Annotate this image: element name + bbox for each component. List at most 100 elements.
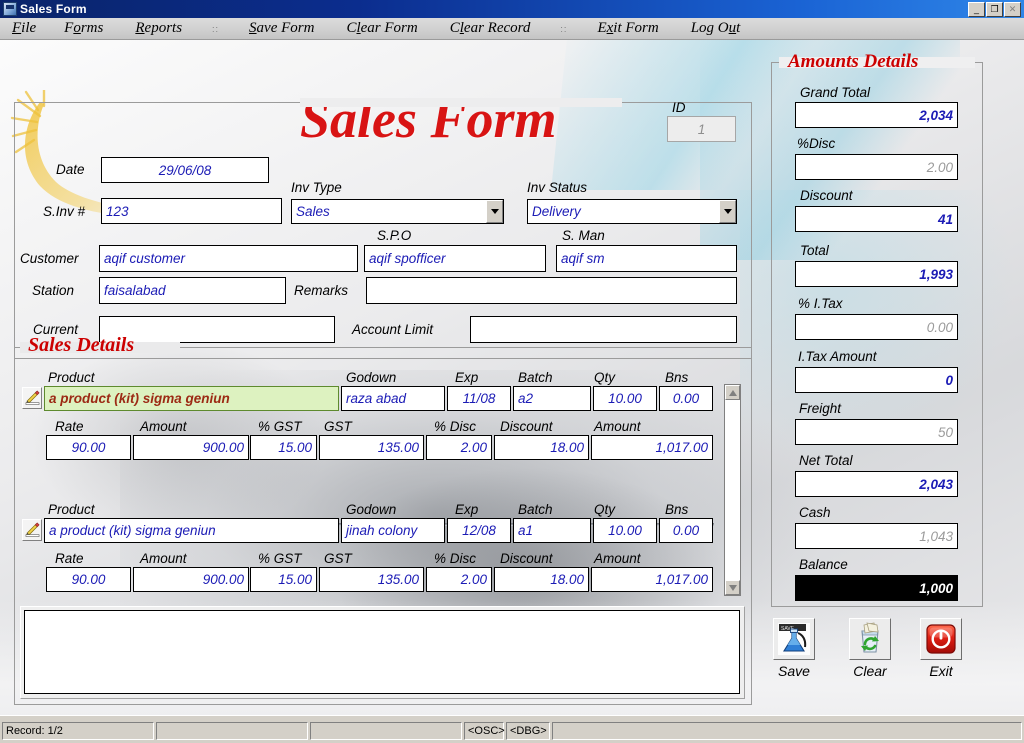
sales-grid-scrollbar[interactable] xyxy=(724,384,741,596)
window-controls: _ ❐ ✕ xyxy=(968,1,1022,17)
col-header-rate: Rate xyxy=(55,551,84,566)
col-header-godown: Godown xyxy=(346,502,397,517)
chevron-down-icon[interactable] xyxy=(486,200,503,223)
pct-disc-label: %Disc xyxy=(797,136,836,151)
row-amount-field[interactable]: 900.00 xyxy=(133,567,249,592)
close-button[interactable]: ✕ xyxy=(1004,1,1021,17)
menu-item-save-form[interactable]: Save Form xyxy=(243,20,320,37)
col-header-amount2: Amount xyxy=(594,551,641,566)
row-rate-field[interactable]: 90.00 xyxy=(46,435,131,460)
freight-field: 50 xyxy=(795,419,958,445)
s-inv-field[interactable]: 123 xyxy=(101,198,282,224)
row-batch-field[interactable]: a2 xyxy=(513,386,591,411)
row-discount-field[interactable]: 18.00 xyxy=(494,567,589,592)
row-product-field[interactable]: a product (kit) sigma geniun xyxy=(44,386,339,411)
row-pct-disc-field[interactable]: 2.00 xyxy=(426,435,492,460)
sales-details-legend: Sales Details xyxy=(28,334,135,356)
pencil-icon xyxy=(25,522,40,537)
status-bar: Record: 1/2 <OSC> <DBG> xyxy=(0,715,1024,743)
row-qty-field[interactable]: 10.00 xyxy=(593,518,657,543)
exit-button[interactable]: Exit xyxy=(917,618,965,679)
row-amount2-field[interactable]: 1,017.00 xyxy=(591,567,713,592)
account-limit-label: Account Limit xyxy=(352,322,434,337)
account-limit-field[interactable] xyxy=(470,316,737,343)
col-header-amount: Amount xyxy=(140,419,187,434)
inv-type-combo[interactable]: Sales xyxy=(291,199,504,224)
menu-item-clear-form[interactable]: Clear Form xyxy=(340,20,423,37)
row-rate-field[interactable]: 90.00 xyxy=(46,567,131,592)
menu-item-log-out[interactable]: Log Out xyxy=(685,20,747,37)
row-gst-field[interactable]: 135.00 xyxy=(319,435,424,460)
inv-status-combo[interactable]: Delivery xyxy=(527,199,737,224)
row-bns-field[interactable]: 0.00 xyxy=(659,518,713,543)
itax-amount-field[interactable]: 0 xyxy=(795,367,958,393)
power-icon xyxy=(920,618,962,660)
row-pct-gst-field[interactable]: 15.00 xyxy=(250,567,317,592)
save-button[interactable]: SAVE Save xyxy=(770,618,818,679)
col-header-amount2: Amount xyxy=(594,419,641,434)
col-header-pct-disc: % Disc xyxy=(434,551,477,566)
row-exp-field[interactable]: 12/08 xyxy=(447,518,511,543)
total-field[interactable]: 1,993 xyxy=(795,261,958,287)
exit-button-label: Exit xyxy=(929,663,953,679)
col-header-pct-gst: % GST xyxy=(258,551,302,566)
row-edit-pencil-icon[interactable] xyxy=(22,519,42,541)
restore-icon: ❐ xyxy=(990,3,999,14)
net-total-label: Net Total xyxy=(799,453,853,468)
menu-item-clear-record[interactable]: Clear Record xyxy=(444,20,537,37)
clear-button[interactable]: Clear xyxy=(846,618,894,679)
row-batch-field[interactable]: a1 xyxy=(513,518,591,543)
pct-itax-field: 0.00 xyxy=(795,314,958,340)
col-header-godown: Godown xyxy=(346,370,397,385)
status-dbg-pane: <DBG> xyxy=(506,722,550,740)
status-pane-3 xyxy=(310,722,462,740)
minimize-button[interactable]: _ xyxy=(968,1,985,17)
date-field[interactable]: 29/06/08 xyxy=(101,157,269,183)
menu-item-reports[interactable]: Reports xyxy=(129,20,188,37)
discount-field[interactable]: 41 xyxy=(795,206,958,232)
remarks-label: Remarks xyxy=(294,283,349,298)
row-godown-field[interactable]: raza abad xyxy=(341,386,445,411)
row-bns-field[interactable]: 0.00 xyxy=(659,386,713,411)
inv-type-label: Inv Type xyxy=(291,180,342,195)
total-label: Total xyxy=(800,243,829,258)
scroll-up-icon[interactable] xyxy=(725,385,740,400)
row-amount-field[interactable]: 900.00 xyxy=(133,435,249,460)
col-header-rate: Rate xyxy=(55,419,84,434)
application-window: Sales Form _ ❐ ✕ File Forms Reports :: S… xyxy=(0,0,1024,743)
itax-amount-label: I.Tax Amount xyxy=(798,349,877,364)
row-pct-disc-field[interactable]: 2.00 xyxy=(426,567,492,592)
col-header-gst: GST xyxy=(324,419,352,434)
row-discount-field[interactable]: 18.00 xyxy=(494,435,589,460)
menu-item-forms[interactable]: Forms xyxy=(58,20,109,37)
window-titlebar: Sales Form _ ❐ ✕ xyxy=(0,0,1024,18)
restore-button[interactable]: ❐ xyxy=(986,1,1003,17)
menu-item-file[interactable]: File xyxy=(6,20,42,37)
customer-field[interactable]: aqif customer xyxy=(99,245,358,272)
notes-textarea[interactable] xyxy=(24,610,740,694)
col-header-product: Product xyxy=(48,502,95,517)
row-godown-field[interactable]: jinah colony xyxy=(341,518,445,543)
menu-item-exit-form[interactable]: Exit Form xyxy=(591,20,664,37)
clear-button-label: Clear xyxy=(853,663,887,679)
s-man-field[interactable]: aqif sm xyxy=(556,245,737,272)
status-pane-6 xyxy=(552,722,1022,740)
chevron-down-icon[interactable] xyxy=(719,200,736,223)
net-total-field[interactable]: 2,043 xyxy=(795,471,958,497)
station-field[interactable]: faisalabad xyxy=(99,277,286,304)
scroll-down-icon[interactable] xyxy=(725,580,740,595)
remarks-field[interactable] xyxy=(366,277,737,304)
col-header-qty: Qty xyxy=(594,502,616,517)
row-pct-gst-field[interactable]: 15.00 xyxy=(250,435,317,460)
app-icon xyxy=(3,2,17,16)
row-exp-field[interactable]: 11/08 xyxy=(447,386,511,411)
menu-separator-2: :: xyxy=(560,23,568,34)
spo-field[interactable]: aqif spofficer xyxy=(364,245,546,272)
row-amount2-field[interactable]: 1,017.00 xyxy=(591,435,713,460)
row-qty-field[interactable]: 10.00 xyxy=(593,386,657,411)
row-product-field[interactable]: a product (kit) sigma geniun xyxy=(44,518,339,543)
row-gst-field[interactable]: 135.00 xyxy=(319,567,424,592)
grand-total-field[interactable]: 2,034 xyxy=(795,102,958,128)
menu-separator-1: :: xyxy=(212,23,220,34)
row-edit-pencil-icon[interactable] xyxy=(22,387,42,409)
